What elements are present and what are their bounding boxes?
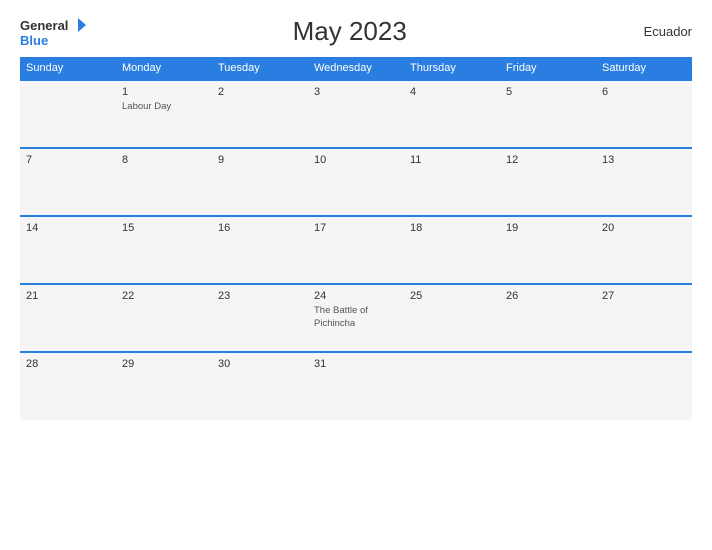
day-number: 4 [410, 86, 494, 98]
calendar-cell [596, 352, 692, 420]
calendar-cell [20, 80, 116, 148]
day-number: 25 [410, 290, 494, 302]
calendar-cell: 7 [20, 148, 116, 216]
calendar-cell: 1 Labour Day [116, 80, 212, 148]
logo-general-text: General [20, 19, 68, 32]
day-number: 24 [314, 290, 398, 302]
calendar-header: SundayMondayTuesdayWednesdayThursdayFrid… [20, 57, 692, 80]
calendar-cell: 11 [404, 148, 500, 216]
calendar-cell: 12 [500, 148, 596, 216]
logo: General Blue [20, 16, 87, 47]
logo-blue-text: Blue [20, 34, 48, 47]
day-number: 29 [122, 358, 206, 370]
calendar-cell: 30 [212, 352, 308, 420]
day-number: 31 [314, 358, 398, 370]
week-row-1: 1 Labour Day 23456 [20, 80, 692, 148]
calendar-cell: 13 [596, 148, 692, 216]
day-number: 17 [314, 222, 398, 234]
calendar-cell: 29 [116, 352, 212, 420]
day-number: 27 [602, 290, 686, 302]
day-number: 28 [26, 358, 110, 370]
day-number: 5 [506, 86, 590, 98]
day-header-tuesday: Tuesday [212, 57, 308, 80]
day-number: 3 [314, 86, 398, 98]
calendar-cell: 20 [596, 216, 692, 284]
day-number: 14 [26, 222, 110, 234]
calendar-cell: 24 The Battle of Pichincha [308, 284, 404, 352]
calendar-cell: 19 [500, 216, 596, 284]
calendar-cell: 5 [500, 80, 596, 148]
day-number: 11 [410, 154, 494, 166]
day-number: 22 [122, 290, 206, 302]
calendar-cell: 22 [116, 284, 212, 352]
day-number: 7 [26, 154, 110, 166]
calendar-cell: 10 [308, 148, 404, 216]
day-number: 9 [218, 154, 302, 166]
calendar-table: SundayMondayTuesdayWednesdayThursdayFrid… [20, 57, 692, 420]
calendar-cell: 15 [116, 216, 212, 284]
calendar-cell [404, 352, 500, 420]
country-label: Ecuador [612, 24, 692, 39]
day-number: 16 [218, 222, 302, 234]
day-number: 15 [122, 222, 206, 234]
page-title: May 2023 [87, 16, 612, 47]
day-header-monday: Monday [116, 57, 212, 80]
day-number: 8 [122, 154, 206, 166]
calendar-cell: 21 [20, 284, 116, 352]
calendar-page: General Blue May 2023 Ecuador SundayMond… [0, 0, 712, 550]
day-number: 30 [218, 358, 302, 370]
day-number: 10 [314, 154, 398, 166]
calendar-cell: 25 [404, 284, 500, 352]
day-header-friday: Friday [500, 57, 596, 80]
header: General Blue May 2023 Ecuador [20, 16, 692, 47]
day-number: 19 [506, 222, 590, 234]
event-label: Labour Day [122, 101, 171, 112]
calendar-cell: 9 [212, 148, 308, 216]
calendar-cell: 2 [212, 80, 308, 148]
calendar-cell: 26 [500, 284, 596, 352]
day-number: 6 [602, 86, 686, 98]
calendar-cell: 18 [404, 216, 500, 284]
day-number: 12 [506, 154, 590, 166]
calendar-cell: 8 [116, 148, 212, 216]
logo-flag-icon [69, 16, 87, 34]
day-header-thursday: Thursday [404, 57, 500, 80]
day-number: 2 [218, 86, 302, 98]
calendar-cell: 14 [20, 216, 116, 284]
day-number: 1 [122, 86, 206, 98]
day-number: 26 [506, 290, 590, 302]
week-row-4: 21 22 23 24 The Battle of Pichincha 25 26 27 [20, 284, 692, 352]
calendar-cell: 31 [308, 352, 404, 420]
calendar-cell: 3 [308, 80, 404, 148]
week-row-3: 14 15 16 17 18 19 20 [20, 216, 692, 284]
day-header-saturday: Saturday [596, 57, 692, 80]
day-number: 20 [602, 222, 686, 234]
calendar-cell: 4 [404, 80, 500, 148]
day-number: 18 [410, 222, 494, 234]
calendar-cell: 16 [212, 216, 308, 284]
calendar-cell: 28 [20, 352, 116, 420]
day-number: 23 [218, 290, 302, 302]
week-row-2: 789 10 11 12 13 [20, 148, 692, 216]
calendar-cell: 27 [596, 284, 692, 352]
calendar-cell [500, 352, 596, 420]
calendar-body: 1Labour Day23456789101112131415161718192… [20, 80, 692, 420]
day-number: 21 [26, 290, 110, 302]
week-row-5: 28 29 30 31 [20, 352, 692, 420]
day-number: 13 [602, 154, 686, 166]
day-header-sunday: Sunday [20, 57, 116, 80]
calendar-cell: 6 [596, 80, 692, 148]
event-label: The Battle of Pichincha [314, 305, 368, 329]
day-header-wednesday: Wednesday [308, 57, 404, 80]
calendar-cell: 23 [212, 284, 308, 352]
calendar-cell: 17 [308, 216, 404, 284]
days-of-week-row: SundayMondayTuesdayWednesdayThursdayFrid… [20, 57, 692, 80]
